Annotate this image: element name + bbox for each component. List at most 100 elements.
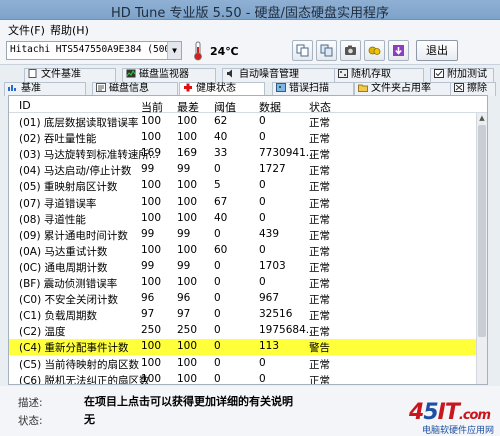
tab-extra-tests[interactable]: 附加测试 [430, 68, 494, 82]
col-worst[interactable]: 最差 [177, 99, 199, 115]
download-icon [393, 45, 404, 56]
cell-worst: 99 [177, 163, 191, 176]
cell-threshold: 0 [214, 324, 221, 337]
table-row[interactable]: (08) 寻道性能 100 100 40 0 正常 [9, 211, 487, 227]
table-row[interactable]: (C2) 温度 250 250 0 1975684... 正常 [9, 323, 487, 339]
col-status[interactable]: 状态 [309, 99, 331, 115]
tab-disk-monitor[interactable]: 磁盘监视器 [122, 68, 216, 82]
table-row[interactable]: (C0) 不安全关闭计数 96 96 0 967 正常 [9, 291, 487, 307]
col-current[interactable]: 当前 [141, 99, 163, 115]
table-row[interactable]: (03) 马达旋转到标准转速所... 169 169 33 7730941... 正常 [9, 146, 487, 162]
cell-id: (BF) 震动侦测错误率 [19, 278, 118, 290]
table-header: ID 当前 最差 阈值 数据 状态 [9, 96, 487, 115]
cell-data: 439 [259, 227, 280, 240]
cell-worst: 100 [177, 131, 198, 144]
table-row[interactable]: (BF) 震动侦测错误率 100 100 0 0 正常 [9, 275, 487, 291]
smart-table: ID 当前 最差 阈值 数据 状态 (01) 底层数据读取错误率 100 100 62… [8, 95, 488, 385]
table-row[interactable]: (02) 吞吐量性能 100 100 40 0 正常 [9, 130, 487, 146]
exit-button[interactable]: 退出 [416, 40, 458, 61]
copy-screen-button[interactable] [316, 40, 337, 61]
table-row[interactable]: (07) 寻道错误率 100 100 67 0 正常 [9, 195, 487, 211]
save-button[interactable] [388, 40, 409, 61]
tab-health[interactable]: 健康状态 [179, 82, 265, 96]
col-data[interactable]: 数据 [259, 99, 281, 115]
cell-current: 100 [141, 276, 162, 288]
table-row[interactable]: (C6) 脱机无法纠正的扇区数 100 100 0 0 正常 [9, 372, 487, 385]
cell-threshold: 33 [214, 147, 228, 160]
menu-file[interactable]: 文件(F) [8, 22, 45, 38]
table-row[interactable]: (04) 马达启动/停止计数 99 99 0 1727 正常 [9, 162, 487, 178]
cell-data: 0 [259, 372, 266, 385]
table-row[interactable]: (C5) 当前待映射的扇区数 100 100 0 0 正常 [9, 356, 487, 372]
options-button[interactable] [364, 40, 385, 61]
cell-worst: 99 [177, 227, 191, 240]
tab-label: 随机存取 [351, 69, 391, 80]
cell-id: (01) 底层数据读取错误率 [19, 117, 139, 129]
cell-worst: 97 [177, 308, 191, 321]
tab-label: 附加测试 [447, 69, 487, 80]
screenshot-button[interactable] [340, 40, 361, 61]
tab-disk-info[interactable]: 磁盘信息 [92, 82, 178, 96]
tab-erase[interactable]: 擦除 [450, 82, 496, 96]
cell-data: 967 [259, 292, 280, 305]
cell-current: 100 [141, 211, 162, 224]
cell-data: 0 [259, 243, 266, 256]
table-row[interactable]: (C1) 负载周期数 97 97 0 32516 正常 [9, 307, 487, 323]
scroll-up-icon[interactable]: ▲ [477, 113, 487, 123]
menu-help[interactable]: 帮助(H) [50, 22, 89, 38]
tab-label: 错误扫描 [289, 83, 329, 94]
drive-select[interactable]: Hitachi HTS547550A9E384 (500 gB) ▼ [6, 41, 182, 60]
tab-file-benchmark[interactable]: 文件基准 [24, 68, 116, 82]
tab-label: 基准 [21, 83, 41, 94]
cell-data: 1975684... [259, 324, 316, 337]
toolbar: Hitachi HTS547550A9E384 (500 gB) ▼ 24℃ 退… [0, 37, 500, 65]
tab-benchmark[interactable]: 基准 [4, 82, 86, 96]
cell-current: 100 [141, 195, 162, 208]
random-icon [338, 69, 348, 78]
cell-current: 250 [141, 324, 162, 337]
tab-random-access[interactable]: 随机存取 [334, 68, 424, 82]
cell-current: 100 [141, 372, 162, 385]
cell-status: 正常 [309, 374, 330, 385]
erase-icon [454, 83, 464, 92]
tab-error-scan[interactable]: 错误扫描 [272, 82, 354, 96]
cell-id: (C5) 当前待映射的扇区数 [19, 358, 140, 371]
col-threshold[interactable]: 阈值 [214, 99, 236, 115]
cell-worst: 100 [177, 115, 198, 127]
cell-current: 100 [141, 243, 162, 256]
cell-threshold: 0 [214, 163, 221, 176]
cell-current: 99 [141, 227, 155, 240]
copy-button[interactable] [292, 40, 313, 61]
vertical-scrollbar[interactable]: ▲ [476, 113, 487, 384]
cell-id: (C1) 负载周期数 [19, 310, 98, 323]
table-row[interactable]: (C4) 重新分配事件计数 100 100 0 113 警告 [9, 339, 487, 356]
table-row[interactable]: (0C) 通电周期计数 99 99 0 1703 正常 [9, 259, 487, 275]
cell-worst: 250 [177, 324, 198, 337]
chevron-down-icon[interactable]: ▼ [167, 42, 181, 59]
col-id[interactable]: ID [19, 99, 31, 112]
cell-threshold: 62 [214, 115, 228, 127]
cell-threshold: 0 [214, 227, 221, 240]
cell-data: 0 [259, 356, 266, 369]
cell-id: (09) 累计通电时间计数 [19, 229, 128, 242]
cell-id: (0C) 通电周期计数 [19, 261, 108, 274]
status-value: 无 [84, 413, 95, 426]
table-row[interactable]: (09) 累计通电时间计数 99 99 0 439 正常 [9, 227, 487, 243]
description-value: 在项目上点击可以获得更加详细的有关说明 [84, 395, 293, 408]
table-row[interactable]: (01) 底层数据读取错误率 100 100 62 0 正常 [9, 114, 487, 130]
cell-data: 1703 [259, 259, 286, 272]
cell-id: (0A) 马达重试计数 [19, 245, 108, 258]
table-row[interactable]: (05) 重映射扇区计数 100 100 5 0 正常 [9, 178, 487, 194]
watermark-subtitle: 电脑软硬件应用网 [421, 426, 494, 436]
table-row[interactable]: (0A) 马达重试计数 100 100 60 0 正常 [9, 243, 487, 259]
cell-status: 正常 [309, 278, 330, 290]
cell-threshold: 0 [214, 308, 221, 321]
copy-screen-icon [320, 44, 333, 57]
tab-folder-usage[interactable]: 文件夹占用率 [354, 82, 452, 96]
cell-id: (C6) 脱机无法纠正的扇区数 [19, 374, 150, 385]
scrollbar-thumb[interactable] [478, 125, 486, 337]
cell-data: 0 [259, 179, 266, 192]
drive-select-value: Hitachi HTS547550A9E384 (500 gB) [10, 44, 182, 55]
tab-aam[interactable]: 自动噪音管理 [222, 68, 346, 82]
cell-threshold: 0 [214, 276, 221, 288]
